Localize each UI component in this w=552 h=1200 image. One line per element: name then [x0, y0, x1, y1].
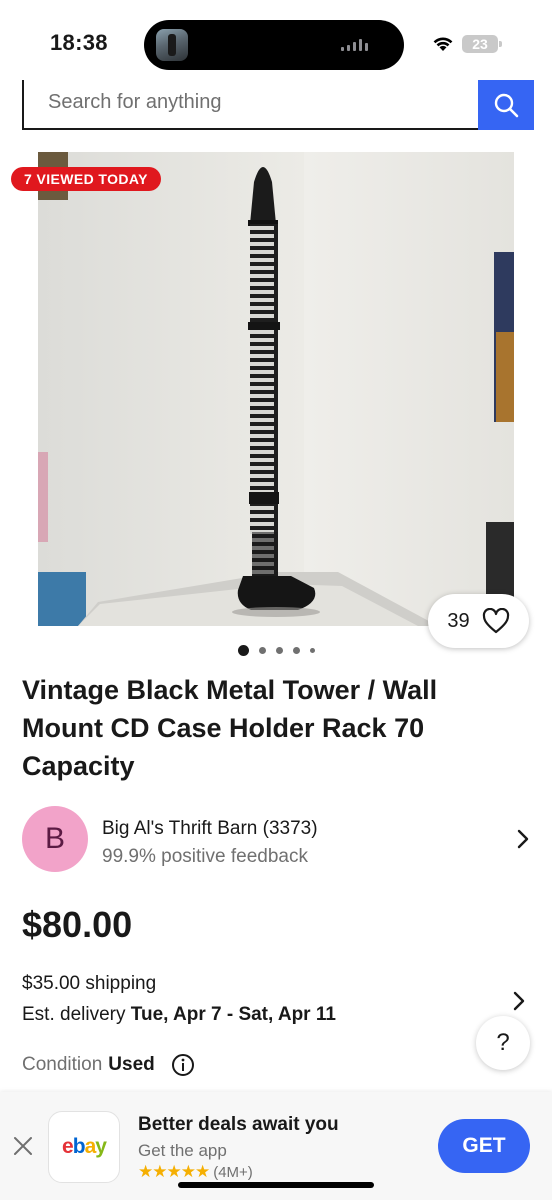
status-bar: 18:38 23 [0, 0, 552, 80]
search-button[interactable] [478, 80, 534, 130]
seller-avatar: B [22, 806, 88, 872]
condition-row: Condition Used [22, 1053, 195, 1077]
audio-level-icon [341, 39, 368, 51]
app-rating: ★★★★★ (4M+) [138, 1162, 253, 1182]
product-image[interactable] [38, 152, 514, 626]
close-icon[interactable] [12, 1135, 34, 1157]
watch-button[interactable]: 39 [428, 594, 529, 648]
watch-count: 39 [447, 609, 470, 632]
search-placeholder: Search for anything [48, 91, 222, 113]
dynamic-island[interactable] [144, 20, 404, 70]
seller-name: Big Al's Thrift Barn (3373) [102, 818, 318, 839]
estimated-delivery[interactable]: Est. delivery Tue, Apr 7 - Sat, Apr 11 [22, 1004, 336, 1026]
chevron-right-icon [517, 829, 529, 849]
now-playing-thumbnail[interactable] [156, 29, 188, 61]
rating-count: (4M+) [213, 1163, 253, 1181]
pagination-dot[interactable] [258, 647, 266, 654]
delivery-dates: Tue, Apr 7 - Sat, Apr 11 [130, 1004, 336, 1025]
condition-value: Used [108, 1054, 155, 1075]
battery-indicator: 23 [462, 35, 502, 53]
pagination-dot[interactable] [275, 647, 283, 654]
banner-title: Better deals await you [138, 1114, 339, 1135]
home-indicator[interactable] [178, 1182, 374, 1188]
image-gallery[interactable] [0, 152, 552, 626]
pagination-dot[interactable] [309, 648, 315, 653]
viewed-today-badge: 7 VIEWED TODAY [11, 167, 161, 191]
ebay-app-icon: ebay [48, 1111, 120, 1183]
search-icon [494, 93, 519, 118]
wifi-icon [433, 37, 453, 51]
heart-icon [482, 608, 509, 634]
listing-title: Vintage Black Metal Tower / Wall Mount C… [22, 675, 438, 781]
pagination-dot[interactable] [237, 645, 249, 656]
ebay-logo: ebay [62, 1135, 107, 1158]
condition-label: Condition [22, 1054, 103, 1075]
delivery-label: Est. delivery [22, 1004, 131, 1025]
seller-row[interactable]: B Big Al's Thrift Barn (3373) 99.9% posi… [22, 806, 534, 874]
help-button[interactable]: ? [476, 1016, 530, 1070]
search-input[interactable]: Search for anything [22, 80, 534, 130]
get-app-button[interactable]: GET [438, 1119, 530, 1173]
seller-feedback: 99.9% positive feedback [102, 846, 308, 867]
image-pagination[interactable] [0, 645, 552, 656]
info-icon[interactable] [171, 1053, 195, 1077]
pagination-dot[interactable] [292, 647, 300, 654]
star-rating-icon: ★★★★★ [138, 1162, 210, 1181]
shipping-cost: $35.00 shipping [22, 973, 157, 994]
price: $80.00 [22, 904, 133, 945]
chevron-right-icon[interactable] [512, 990, 526, 1012]
status-time: 18:38 [50, 30, 108, 55]
banner-subtitle: Get the app [138, 1141, 227, 1160]
